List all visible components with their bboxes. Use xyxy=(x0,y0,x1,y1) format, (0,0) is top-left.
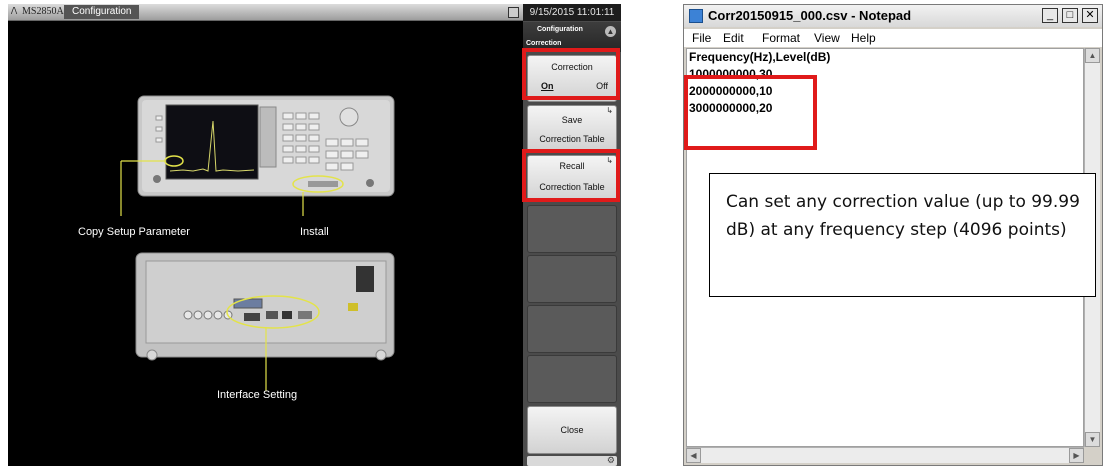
menu-help[interactable]: Help xyxy=(851,31,876,45)
configuration-view: Copy Setup Parameter Install Interface S… xyxy=(8,21,523,466)
scroll-left-icon[interactable]: ◀ xyxy=(686,448,701,463)
softkey-empty-6[interactable] xyxy=(527,305,617,353)
interface-setting-label[interactable]: Interface Setting xyxy=(217,389,297,401)
minimize-icon[interactable]: _ xyxy=(1042,8,1058,23)
csv-line: 3000000000,20 xyxy=(689,101,773,115)
scroll-down-icon[interactable]: ▼ xyxy=(1085,432,1100,447)
save-line2: Correction Table xyxy=(539,134,605,144)
notepad-menu-bar: File Edit Format View Help xyxy=(684,29,1102,47)
menu-view[interactable]: View xyxy=(814,31,840,45)
submenu-arrow-icon: ↳ xyxy=(606,106,613,115)
panel-title: Configuration xyxy=(537,26,583,33)
correction-off-option[interactable]: Off xyxy=(596,81,608,91)
instrument-window: /\ MS2850A Configuration Copy Setup Para… xyxy=(8,4,523,466)
panel-footer: ⚙ xyxy=(527,455,617,466)
copy-setup-label[interactable]: Copy Setup Parameter xyxy=(78,226,190,238)
save-line1: Save xyxy=(561,115,583,125)
softkey-empty-5[interactable] xyxy=(527,255,617,303)
annotation-text: Can set any correction value (up to 99.9… xyxy=(726,192,1080,240)
recall-line2: Correction Table xyxy=(539,182,605,192)
up-arrow-icon[interactable]: ▲ xyxy=(605,26,616,37)
panel-subtitle: Correction xyxy=(526,40,562,47)
instrument-title-bar: /\ MS2850A Configuration xyxy=(8,4,523,21)
softkey-empty-7[interactable] xyxy=(527,355,617,403)
save-correction-table-button[interactable]: ↳ Save Correction Table xyxy=(527,105,617,152)
front-panel-image xyxy=(137,95,395,197)
clock-display: 9/15/2015 11:01:11 xyxy=(523,4,621,21)
notepad-title-bar: Corr20150915_000.csv - Notepad _ □ ✕ xyxy=(684,5,1102,27)
close-button[interactable]: Close xyxy=(527,406,617,454)
recall-correction-table-button[interactable]: ↳ Recall Correction Table xyxy=(527,155,617,202)
softkey-panel: 9/15/2015 11:01:11 Configuration Correct… xyxy=(523,4,621,466)
scroll-right-icon[interactable]: ▶ xyxy=(1069,448,1084,463)
correction-label: Correction xyxy=(551,62,593,72)
configuration-tab[interactable]: Configuration xyxy=(64,5,140,19)
csv-line: 2000000000,10 xyxy=(689,84,773,98)
maximize-icon[interactable]: □ xyxy=(1062,8,1078,23)
softkey-empty-4[interactable] xyxy=(527,205,617,253)
close-label: Close xyxy=(560,425,584,435)
csv-header-line: Frequency(Hz),Level(dB) xyxy=(689,50,831,64)
anritsu-logo: /\ xyxy=(11,5,18,17)
correction-on-option[interactable]: On xyxy=(541,81,554,91)
model-name: MS2850A xyxy=(22,6,64,17)
install-label[interactable]: Install xyxy=(300,226,329,238)
annotation-box: Can set any correction value (up to 99.9… xyxy=(709,173,1096,297)
horizontal-scrollbar[interactable]: ◀ ▶ xyxy=(686,447,1084,463)
recall-line1: Recall xyxy=(559,161,585,171)
csv-line: 1000000000,30 xyxy=(689,67,773,81)
close-icon[interactable]: ✕ xyxy=(1082,8,1098,23)
menu-file[interactable]: File xyxy=(692,31,711,45)
scroll-up-icon[interactable]: ▲ xyxy=(1085,48,1100,63)
panel-header: Configuration Correction ▲ xyxy=(523,22,621,52)
window-icon[interactable] xyxy=(508,7,519,18)
menu-edit[interactable]: Edit xyxy=(723,31,744,45)
notepad-icon xyxy=(689,9,703,23)
rear-panel-image xyxy=(135,252,395,361)
correction-on-off-button[interactable]: Correction On Off xyxy=(527,55,617,102)
menu-format[interactable]: Format xyxy=(762,31,800,45)
notepad-title: Corr20150915_000.csv - Notepad xyxy=(708,8,912,23)
gear-icon[interactable]: ⚙ xyxy=(607,455,615,466)
